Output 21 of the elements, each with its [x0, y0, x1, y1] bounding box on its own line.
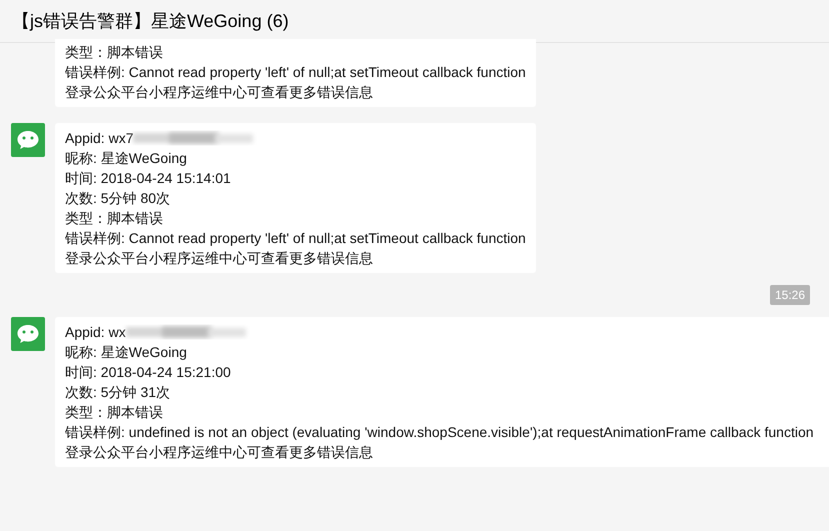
message-text: 类型：脚本错误: [65, 404, 163, 420]
message-text: Appid: wx: [65, 324, 126, 340]
message-text: 类型：脚本错误: [65, 210, 163, 226]
message-text: Appid: wx7: [65, 130, 134, 146]
chat-bubble-avatar-icon[interactable]: [11, 317, 45, 351]
message-text: 登录公众平台小程序运维中心可查看更多错误信息: [65, 444, 373, 460]
message-text: 登录公众平台小程序运维中心可查看更多错误信息: [65, 84, 373, 100]
chat-bubble-avatar-icon[interactable]: [11, 123, 45, 157]
message-text: 时间: 2018-04-24 15:21:00: [65, 364, 231, 380]
message-text: 昵称: 星途WeGoing: [65, 150, 187, 166]
message-text: 错误样例: Cannot read property 'left' of null;at setTimeout callback function: [65, 64, 526, 80]
chat-title: 【js错误告警群】星途WeGoing (6): [12, 10, 289, 33]
message-text: 登录公众平台小程序运维中心可查看更多错误信息: [65, 250, 373, 266]
message-text: 昵称: 星途WeGoing: [65, 344, 187, 360]
message-text: 次数: 5分钟 31次: [65, 384, 170, 400]
message-text: 错误样例: undefined is not an object (evaluating 'window.shopScene.visible');at requestAnimationFrame callback function: [65, 424, 814, 440]
message-text: 时间: 2018-04-24 15:14:01: [65, 170, 231, 186]
timestamp: 15:26: [770, 285, 810, 305]
message-text: 类型：脚本错误: [65, 44, 163, 60]
message-text: 次数: 5分钟 80次: [65, 190, 170, 206]
message-text: 错误样例: Cannot read property 'left' of null;at setTimeout callback function: [65, 230, 526, 246]
